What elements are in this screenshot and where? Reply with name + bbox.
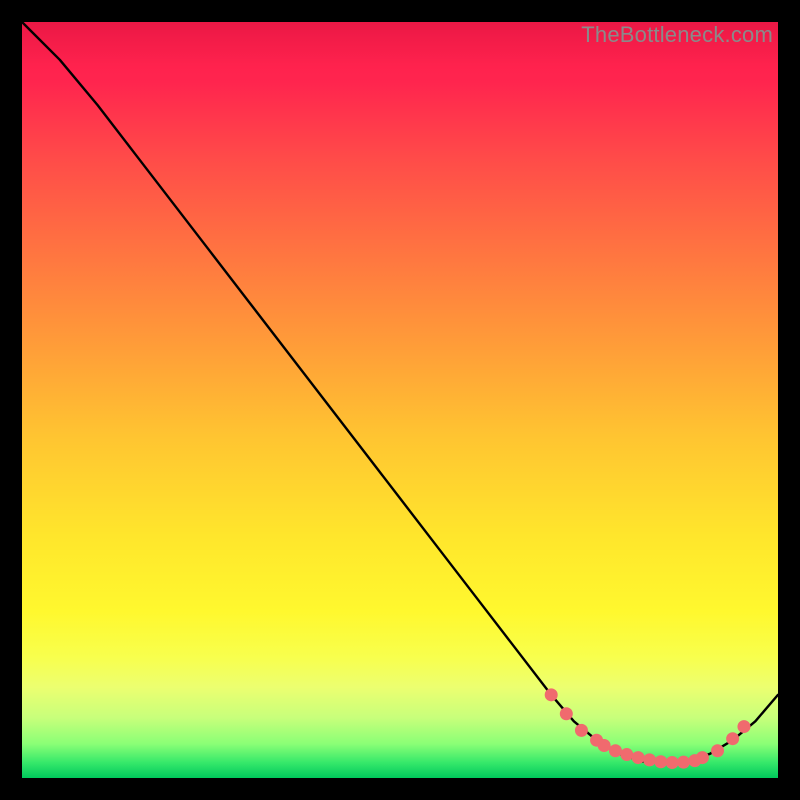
- data-point: [711, 744, 724, 757]
- data-point: [575, 724, 588, 737]
- data-point: [696, 751, 709, 764]
- data-point: [666, 756, 679, 769]
- data-point: [726, 732, 739, 745]
- data-point: [632, 751, 645, 764]
- watermark-text: TheBottleneck.com: [581, 22, 773, 48]
- data-point: [620, 748, 633, 761]
- data-point: [560, 707, 573, 720]
- data-point: [677, 756, 690, 769]
- data-point: [643, 753, 656, 766]
- data-point: [737, 720, 750, 733]
- chart-svg: [22, 22, 778, 778]
- chart-stage: TheBottleneck.com: [0, 0, 800, 800]
- data-point: [598, 739, 611, 752]
- plot-area: TheBottleneck.com: [22, 22, 778, 778]
- data-point: [609, 744, 622, 757]
- data-point: [654, 755, 667, 768]
- data-point: [545, 688, 558, 701]
